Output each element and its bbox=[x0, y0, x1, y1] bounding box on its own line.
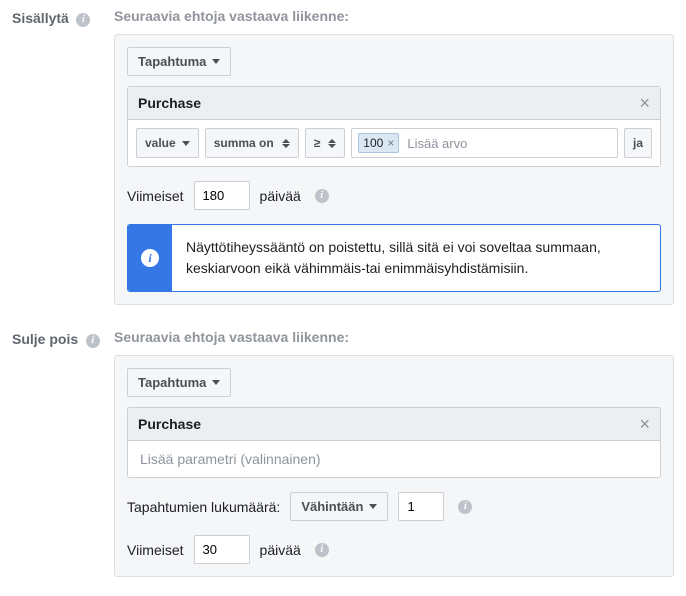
and-button[interactable]: ja bbox=[624, 128, 652, 158]
count-op-dropdown[interactable]: Vähintään bbox=[290, 492, 388, 521]
retention-line: Viimeiset päivää i bbox=[127, 535, 661, 564]
caret-down-icon bbox=[182, 141, 190, 146]
count-label: Tapahtumien lukumäärä: bbox=[127, 499, 280, 515]
aggregate-dropdown[interactable]: summa on bbox=[205, 128, 299, 158]
chip-text: 100 bbox=[363, 136, 383, 150]
last-label: Viimeiset bbox=[127, 188, 184, 204]
rule-header: Purchase × bbox=[128, 408, 660, 441]
value-chip: 100 × bbox=[358, 133, 399, 153]
caret-down-icon bbox=[369, 504, 377, 509]
sort-icon bbox=[328, 139, 336, 148]
exclude-section: Sulje pois i Seuraavia ehtoja vastaava l… bbox=[12, 329, 674, 577]
param-dropdown[interactable]: value bbox=[136, 128, 199, 158]
count-op-label: Vähintään bbox=[301, 499, 363, 514]
days-label: päivää bbox=[260, 188, 301, 204]
event-dropdown-label: Tapahtuma bbox=[138, 54, 206, 69]
rule-box: Purchase × value summa on ≥ bbox=[127, 86, 661, 167]
info-icon[interactable]: i bbox=[315, 189, 329, 203]
caret-down-icon bbox=[212, 380, 220, 385]
value-input-wrap[interactable]: 100 × bbox=[351, 128, 618, 158]
event-dropdown[interactable]: Tapahtuma bbox=[127, 47, 231, 76]
info-icon[interactable]: i bbox=[76, 13, 90, 27]
rule-title: Purchase bbox=[138, 416, 201, 432]
exclude-subhead: Seuraavia ehtoja vastaava liikenne: bbox=[114, 329, 674, 345]
event-dropdown-label: Tapahtuma bbox=[138, 375, 206, 390]
close-icon[interactable]: × bbox=[639, 417, 650, 431]
days-input[interactable] bbox=[194, 181, 250, 210]
operator-label: ≥ bbox=[314, 136, 321, 150]
info-alert: i Näyttötiheyssääntö on poistettu, sillä… bbox=[127, 224, 661, 292]
info-icon[interactable]: i bbox=[86, 334, 100, 348]
caret-down-icon bbox=[212, 59, 220, 64]
sort-icon bbox=[282, 139, 290, 148]
param-row bbox=[128, 441, 660, 477]
rule-title: Purchase bbox=[138, 95, 201, 111]
count-line: Tapahtumien lukumäärä: Vähintään i bbox=[127, 492, 661, 521]
include-section: Sisällytä i Seuraavia ehtoja vastaava li… bbox=[12, 8, 674, 305]
operator-dropdown[interactable]: ≥ bbox=[305, 128, 346, 158]
chip-remove-icon[interactable]: × bbox=[387, 136, 394, 150]
and-label: ja bbox=[633, 136, 643, 150]
days-input[interactable] bbox=[194, 535, 250, 564]
info-icon[interactable]: i bbox=[315, 543, 329, 557]
retention-line: Viimeiset päivää i bbox=[127, 181, 661, 210]
last-label: Viimeiset bbox=[127, 542, 184, 558]
add-param-input[interactable] bbox=[128, 441, 660, 477]
alert-message: Näyttötiheyssääntö on poistettu, sillä s… bbox=[172, 225, 660, 291]
alert-bar: i bbox=[128, 225, 172, 291]
close-icon[interactable]: × bbox=[639, 96, 650, 110]
days-label: päivää bbox=[260, 542, 301, 558]
aggregate-label: summa on bbox=[214, 136, 274, 150]
param-label: value bbox=[145, 136, 176, 150]
event-dropdown[interactable]: Tapahtuma bbox=[127, 368, 231, 397]
exclude-label: Sulje pois bbox=[12, 331, 78, 347]
rule-header: Purchase × bbox=[128, 87, 660, 120]
rule-box: Purchase × bbox=[127, 407, 661, 478]
exclude-panel: Tapahtuma Purchase × Tapahtumien lukumää… bbox=[114, 355, 674, 577]
rule-body: value summa on ≥ 100 × bbox=[128, 120, 660, 166]
include-panel: Tapahtuma Purchase × value summa on bbox=[114, 34, 674, 305]
add-value-input[interactable] bbox=[405, 134, 611, 153]
include-label: Sisällytä bbox=[12, 10, 69, 26]
info-icon[interactable]: i bbox=[458, 500, 472, 514]
info-icon: i bbox=[141, 249, 159, 267]
include-subhead: Seuraavia ehtoja vastaava liikenne: bbox=[114, 8, 674, 24]
count-value-input[interactable] bbox=[398, 492, 444, 521]
